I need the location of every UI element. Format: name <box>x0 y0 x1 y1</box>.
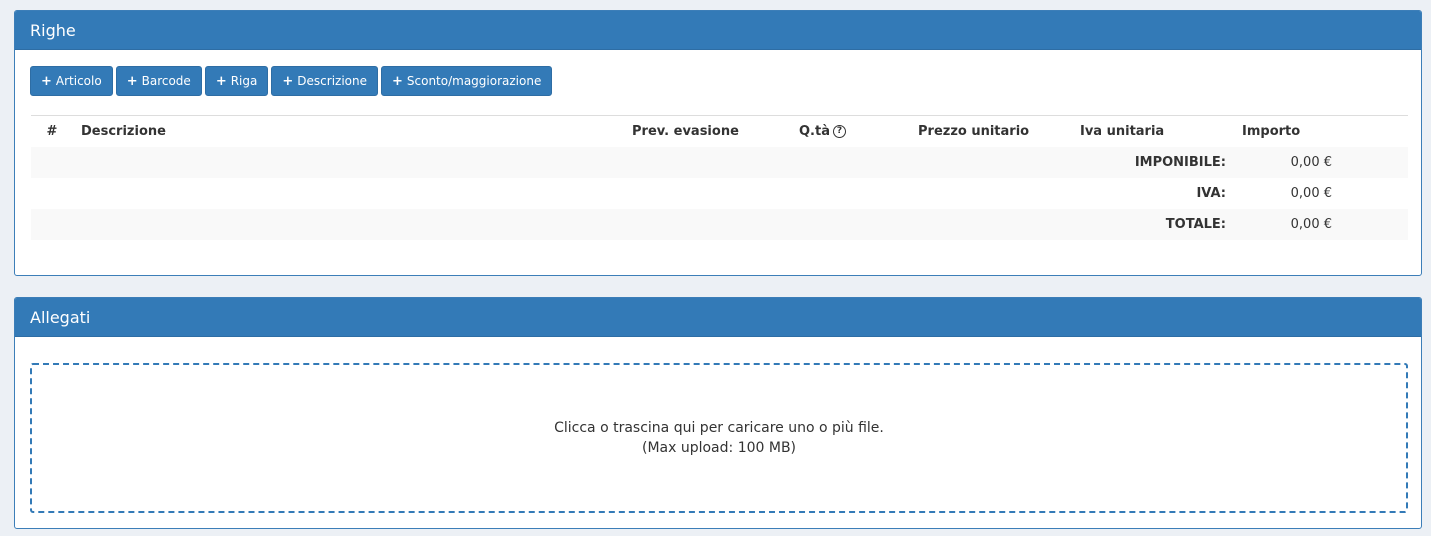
file-upload-dropzone[interactable]: Clicca o trascina qui per caricare uno o… <box>30 363 1408 513</box>
totals-value: 0,00 € <box>1290 185 1332 201</box>
col-header-importo: Importo <box>1234 115 1340 147</box>
question-circle-icon[interactable]: ? <box>832 124 846 138</box>
plus-icon: + <box>215 73 227 89</box>
col-header-prev-evasione: Prev. evasione <box>624 115 791 147</box>
dropzone-max-upload: (Max upload: 100 MB) <box>641 440 797 456</box>
add-articolo-label: Articolo <box>55 74 102 88</box>
col-header-prezzo-unitario: Prezzo unitario <box>910 115 1072 147</box>
col-header-qta-label: Q.tà <box>799 123 830 139</box>
allegati-panel: Allegati Clicca o trascina qui per caric… <box>14 297 1422 529</box>
add-barcode-label: Barcode <box>141 74 191 88</box>
totals-row-iva: IVA: 0,00 € <box>31 178 1408 209</box>
totals-label: IMPONIBILE: <box>31 146 1234 178</box>
add-descrizione-label: Descrizione <box>297 74 367 88</box>
add-riga-label: Riga <box>230 74 258 88</box>
plus-icon: + <box>41 73 52 89</box>
totals-spacer <box>1340 208 1408 240</box>
totals-row-imponibile: IMPONIBILE: 0,00 € <box>31 146 1408 178</box>
add-descrizione-button[interactable]: + Descrizione <box>271 66 378 96</box>
totals-spacer <box>1340 146 1408 178</box>
col-header-iva-unitaria: Iva unitaria <box>1072 115 1234 147</box>
righe-panel: Righe + Articolo + Barcode + Riga + Desc… <box>14 10 1422 276</box>
totals-label: IVA: <box>1196 185 1226 201</box>
add-barcode-button[interactable]: + Barcode <box>115 66 202 96</box>
totals-value: 0,00 € <box>1234 146 1340 178</box>
table-header-row: # Descrizione Prev. evasione Q.tà? Prezz… <box>31 115 1408 147</box>
dropzone-instruction: Clicca o trascina qui per caricare uno o… <box>554 420 884 436</box>
col-header-actions <box>1340 115 1408 147</box>
righe-toolbar: + Articolo + Barcode + Riga + Descrizion… <box>30 66 553 96</box>
plus-icon: + <box>126 73 138 89</box>
righe-panel-title: Righe <box>15 11 1421 50</box>
add-sconto-maggiorazione-label: Sconto/maggiorazione <box>406 74 542 88</box>
totals-row-totale: TOTALE: 0,00 € <box>31 208 1408 240</box>
add-articolo-button[interactable]: + Articolo <box>30 66 113 96</box>
add-sconto-maggiorazione-button[interactable]: + Sconto/maggiorazione <box>380 66 553 96</box>
add-riga-button[interactable]: + Riga <box>204 66 269 96</box>
righe-table: # Descrizione Prev. evasione Q.tà? Prezz… <box>31 115 1408 240</box>
col-header-qta: Q.tà? <box>791 115 910 147</box>
allegati-panel-title: Allegati <box>15 298 1421 337</box>
totals-value: 0,00 € <box>1234 208 1340 240</box>
totals-spacer <box>1340 178 1408 209</box>
plus-icon: + <box>391 73 403 89</box>
totals-label: TOTALE: <box>31 208 1234 240</box>
plus-icon: + <box>282 73 294 89</box>
col-header-descrizione: Descrizione <box>73 115 624 147</box>
col-header-num: # <box>31 115 73 147</box>
